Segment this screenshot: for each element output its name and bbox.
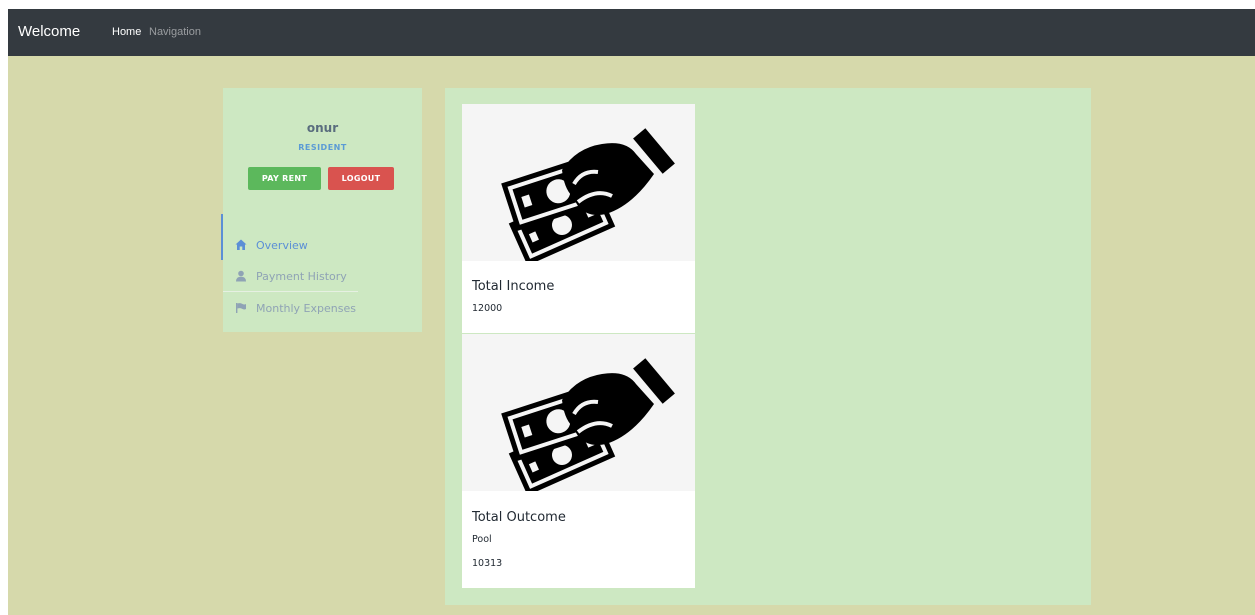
money-hand-icon (499, 356, 677, 498)
money-hand-icon (499, 126, 677, 268)
card-title: Total Outcome (472, 510, 566, 525)
card-image (462, 334, 695, 498)
sidebar-item-overview[interactable]: Overview (235, 235, 308, 255)
menu-divider (223, 291, 358, 292)
card-value: 10313 (472, 558, 503, 569)
page-frame: Welcome Home Navigation onur RESIDENT PA… (8, 9, 1255, 615)
sidebar-item-label: Monthly Expenses (256, 301, 356, 315)
sidebar-item-label: Payment History (256, 269, 347, 283)
card-title: Total Income (472, 279, 555, 294)
sidebar-item-label: Overview (256, 238, 308, 252)
active-menu-indicator (221, 214, 223, 260)
sidebar-item-monthly-expenses[interactable]: Monthly Expenses (235, 298, 356, 318)
home-icon (235, 239, 247, 250)
nav-link-navigation[interactable]: Navigation (149, 26, 201, 38)
logout-button[interactable]: LOGOUT (328, 167, 394, 190)
user-name: onur (306, 121, 339, 135)
flag-icon (236, 303, 246, 313)
card-value: 12000 (472, 303, 503, 314)
sidebar-item-payment-history[interactable]: Payment History (235, 266, 347, 286)
pay-rent-button[interactable]: PAY RENT (248, 167, 321, 190)
profile-sidebar: onur RESIDENT PAY RENT LOGOUT Overview P… (221, 88, 422, 332)
user-icon (236, 270, 246, 282)
user-role-badge: RESIDENT (298, 143, 347, 152)
main-content: Total Income 12000 Total Outcome Pool 10… (445, 88, 1091, 605)
brand-title[interactable]: Welcome (18, 23, 80, 40)
top-navbar: Welcome Home Navigation (8, 9, 1255, 56)
card-subtitle: Pool (472, 534, 492, 545)
nav-link-home[interactable]: Home (112, 26, 141, 38)
total-income-card: Total Income 12000 (462, 104, 695, 333)
card-image (462, 104, 695, 268)
total-outcome-card: Total Outcome Pool 10313 (462, 334, 695, 588)
